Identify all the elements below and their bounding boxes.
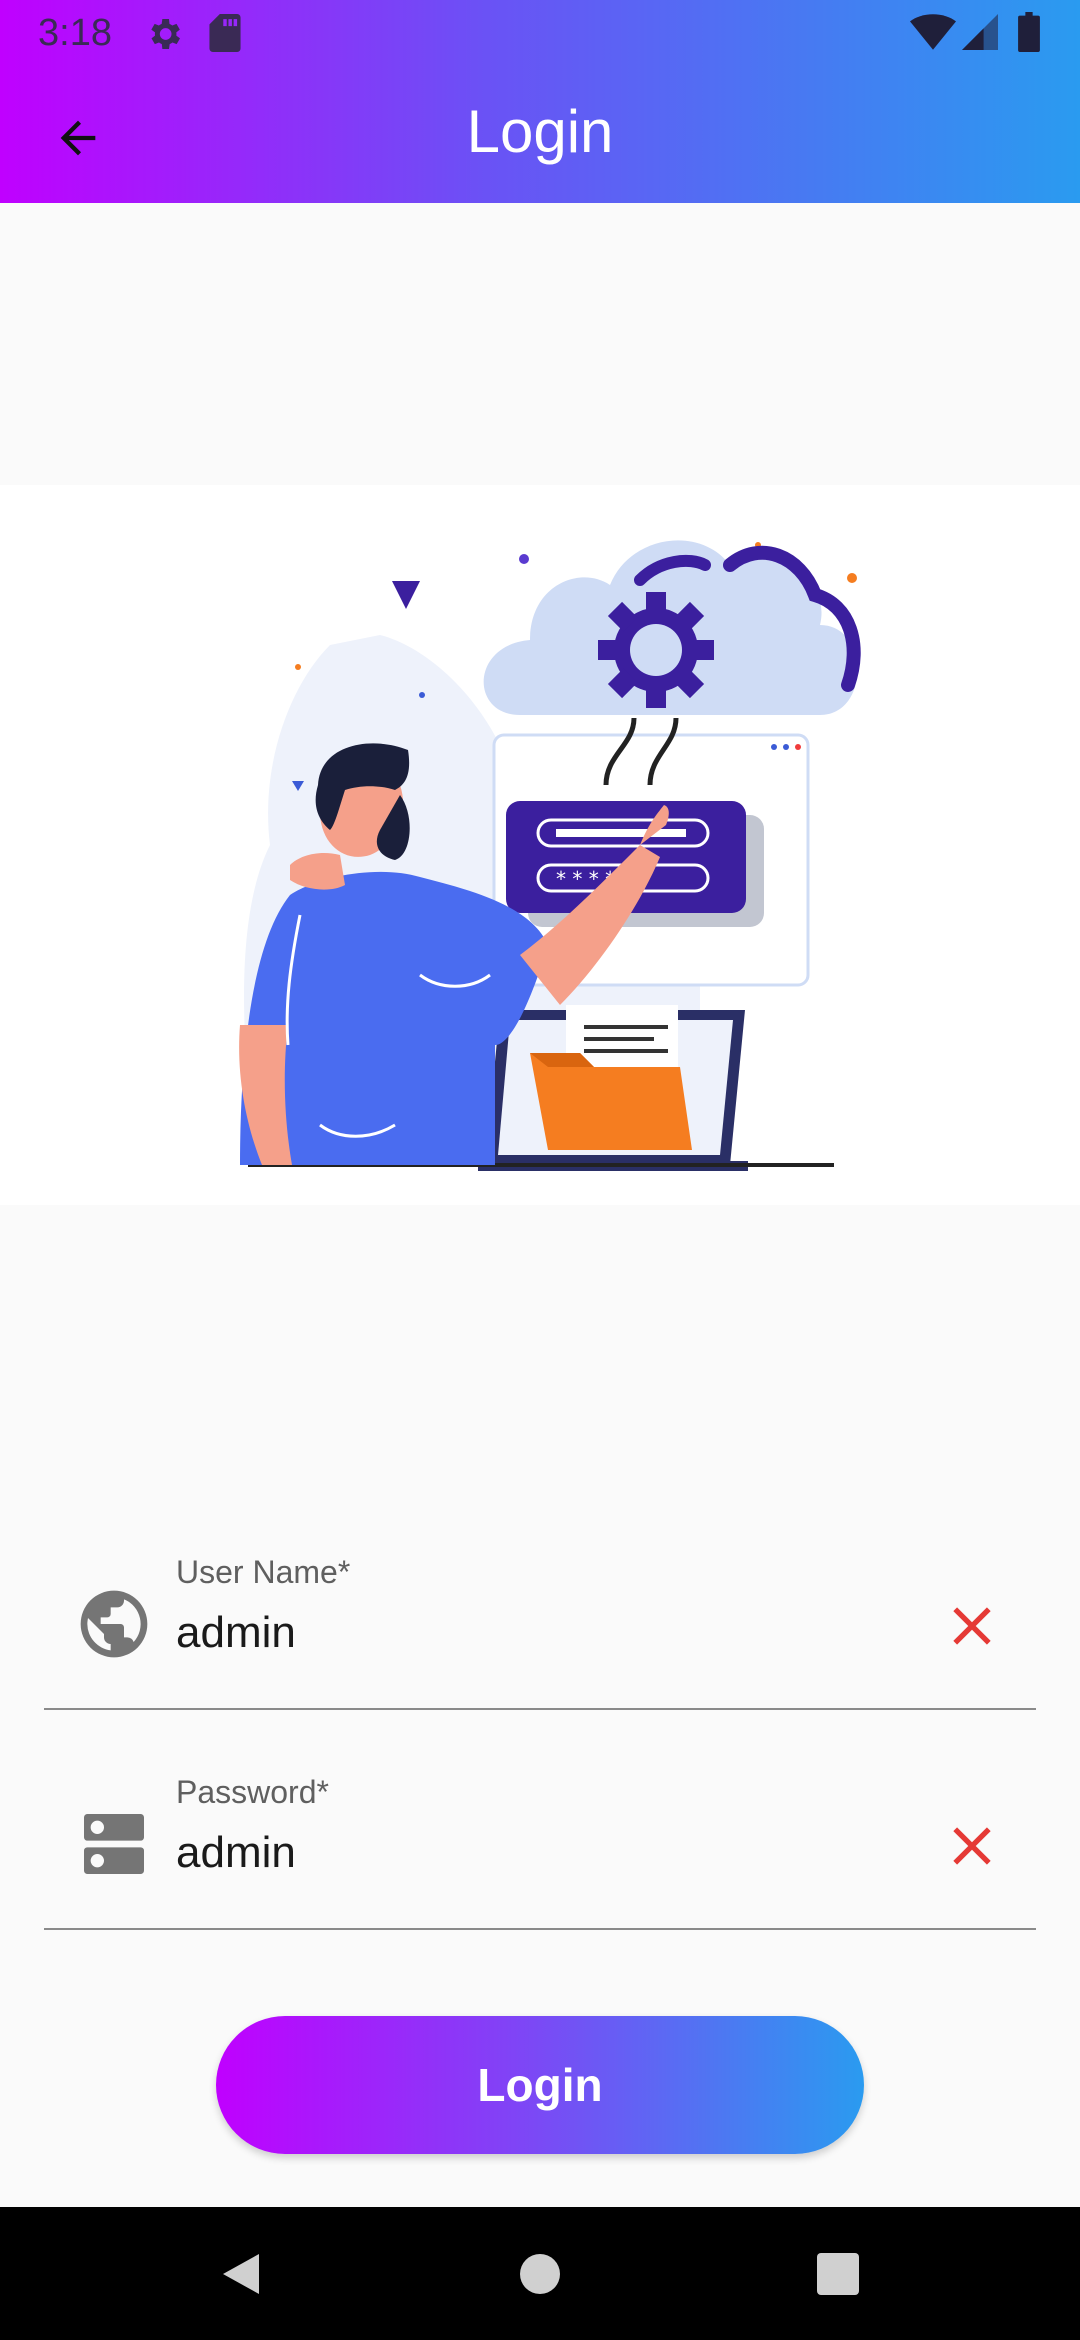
password-label: Password* [176, 1774, 329, 1810]
nav-home-button[interactable] [495, 2229, 585, 2319]
nav-back-button[interactable] [196, 2229, 286, 2319]
status-time: 3:18 [38, 12, 112, 54]
nav-recents-icon [817, 2253, 859, 2295]
nav-recents-button[interactable] [793, 2229, 883, 2319]
close-icon [953, 1827, 991, 1865]
cloud-login-illustration: * * * * * * [239, 540, 861, 1171]
clear-password-button[interactable] [940, 1814, 1004, 1878]
clear-username-button[interactable] [940, 1594, 1004, 1658]
wifi-icon [910, 14, 956, 55]
username-label: User Name* [176, 1554, 351, 1590]
page-title: Login [466, 98, 614, 165]
username-field[interactable]: User Name* admin [44, 1538, 1036, 1710]
app-bar: 3:18 Login [0, 0, 1080, 203]
login-screen: 3:18 Login * * * * * * User Name* admin … [0, 0, 1080, 2340]
status-bar: 3:18 [0, 0, 1080, 66]
battery-icon [1018, 12, 1040, 57]
login-button[interactable]: Login [216, 2016, 864, 2154]
close-icon [953, 1607, 991, 1645]
settings-icon [144, 14, 184, 59]
password-input[interactable]: admin [176, 1826, 296, 1880]
signal-icon [962, 14, 998, 55]
nav-home-icon [520, 2254, 560, 2294]
server-icon [74, 1804, 154, 1884]
sd-card-icon [208, 14, 242, 57]
globe-icon [74, 1584, 154, 1664]
system-nav-bar [0, 2207, 1080, 2340]
password-field[interactable]: Password* admin [44, 1758, 1036, 1930]
illustration-panel: * * * * * * [0, 485, 1080, 1205]
username-input[interactable]: admin [176, 1606, 296, 1660]
nav-back-icon [223, 2254, 259, 2294]
